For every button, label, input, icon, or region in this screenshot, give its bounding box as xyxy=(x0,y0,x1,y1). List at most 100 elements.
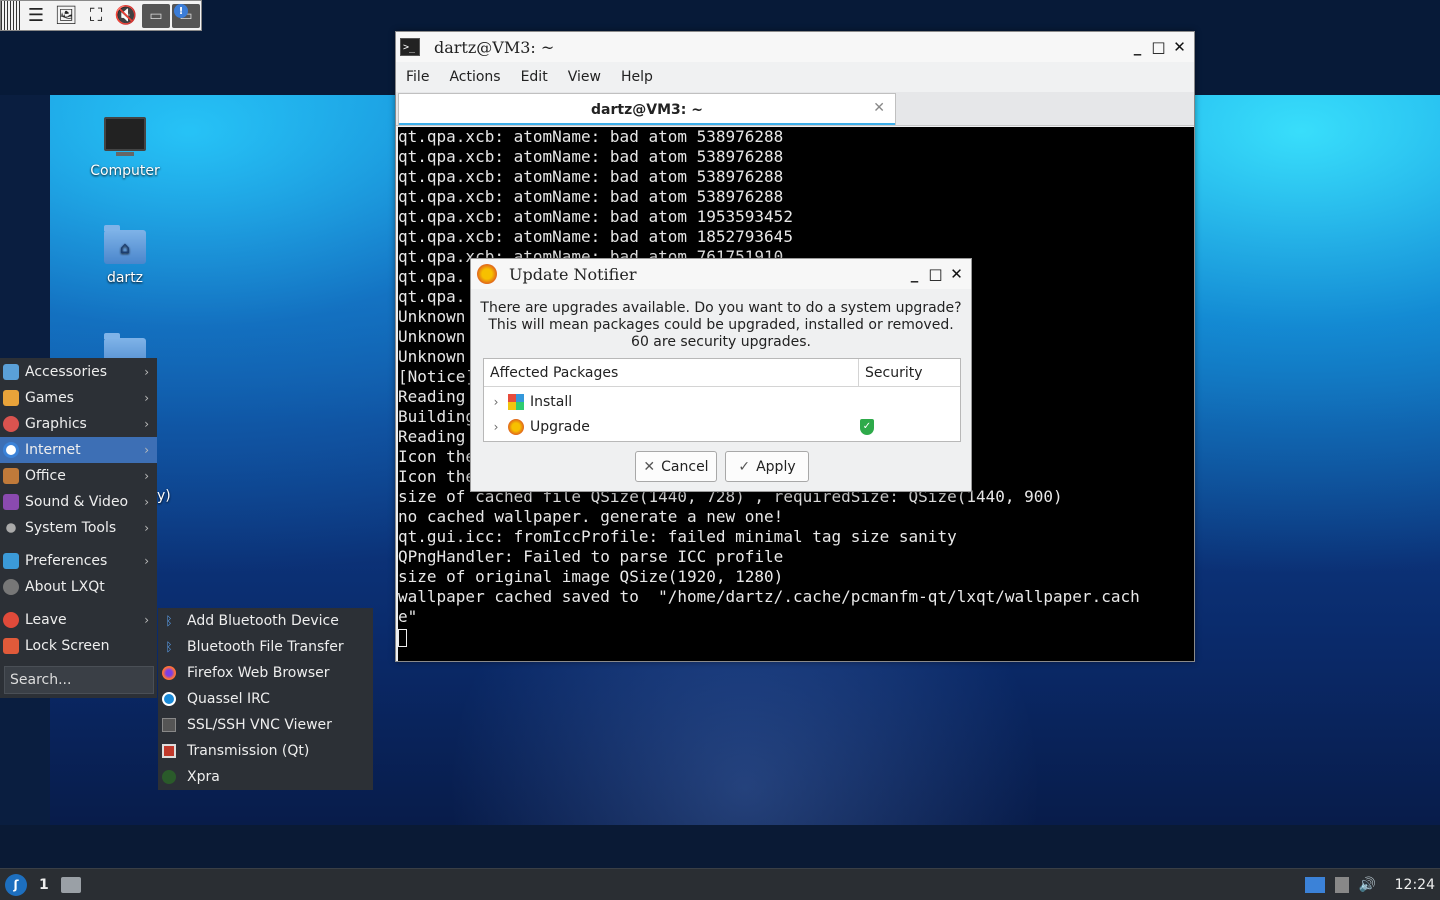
menu-item-games[interactable]: Games › xyxy=(0,385,157,411)
terminal-line: wallpaper cached saved to "/home/dartz/.… xyxy=(398,587,1140,606)
menu-help[interactable]: Help xyxy=(614,69,660,85)
menu-item-graphics[interactable]: Graphics › xyxy=(0,411,157,437)
menu-item-label: System Tools xyxy=(25,520,117,536)
tab-close-icon[interactable]: ✕ xyxy=(873,100,885,116)
maximize-icon[interactable]: □ xyxy=(1148,37,1169,58)
terminal-titlebar[interactable]: >_ dartz@VM3: ~ _ □ ✕ xyxy=(396,32,1194,62)
terminal-prompt[interactable] xyxy=(398,627,1194,647)
tree-row-install[interactable]: › Install xyxy=(484,389,960,414)
apply-button[interactable]: ✓ Apply xyxy=(725,451,809,482)
desktop-icon-label: dartz xyxy=(106,270,144,286)
menu-item-label: Lock Screen xyxy=(25,638,110,654)
menu-item-leave[interactable]: Leave › xyxy=(0,607,157,633)
mute-icon[interactable]: 🔇 xyxy=(111,1,141,30)
close-icon[interactable]: ✕ xyxy=(946,264,967,285)
terminal-line: size of original image QSize(1920, 1280) xyxy=(398,567,784,586)
menu-item-system-tools[interactable]: System Tools › xyxy=(0,515,157,541)
terminal-line: qt.qpa.xcb: atomName: bad atom 185279364… xyxy=(398,227,793,246)
column-header-security[interactable]: Security xyxy=(859,359,929,386)
submenu-item-add-bluetooth[interactable]: ᛒ Add Bluetooth Device xyxy=(158,608,373,634)
submenu-item-vnc[interactable]: SSL/SSH VNC Viewer xyxy=(158,712,373,738)
dialog-titlebar[interactable]: Update Notifier _ □ ✕ xyxy=(471,259,971,289)
submenu-item-firefox[interactable]: Firefox Web Browser xyxy=(158,660,373,686)
desktop-icon-computer[interactable]: Computer xyxy=(75,117,175,179)
menu-item-about[interactable]: About LXQt xyxy=(0,574,157,600)
desktop-icon-label: Computer xyxy=(90,163,160,179)
workspace-switcher[interactable]: 1 xyxy=(39,877,49,893)
notification-badge: ! xyxy=(174,4,188,18)
preferences-icon xyxy=(3,553,19,569)
toolbar-grip[interactable] xyxy=(1,1,21,30)
menu-separator xyxy=(0,541,157,548)
system-tools-icon xyxy=(6,523,16,533)
display-icon[interactable]: ▭ xyxy=(142,3,170,28)
submenu-item-label: Quassel IRC xyxy=(187,691,270,707)
volume-icon[interactable]: 🔊 xyxy=(1359,877,1377,893)
menu-item-label: Leave xyxy=(25,612,67,628)
menu-icon[interactable]: ☰ xyxy=(21,1,51,30)
menu-search-input[interactable]: Search... xyxy=(4,666,154,694)
quassel-icon xyxy=(162,692,176,706)
bluetooth-icon: ᛒ xyxy=(165,640,173,654)
image-icon[interactable]: 🖼 xyxy=(51,1,81,30)
chevron-right-icon: › xyxy=(144,417,149,431)
menu-item-internet[interactable]: Internet › xyxy=(0,437,157,463)
menu-view[interactable]: View xyxy=(561,69,608,85)
minimize-icon[interactable]: _ xyxy=(1127,37,1148,58)
desktop-icon-home[interactable]: ⌂ dartz xyxy=(75,225,175,286)
submenu-item-quassel[interactable]: Quassel IRC xyxy=(158,686,373,712)
clock[interactable]: 12:24 xyxy=(1395,877,1435,893)
column-header-packages[interactable]: Affected Packages xyxy=(484,359,859,386)
tree-row-label: Upgrade xyxy=(530,418,590,435)
fullscreen-icon[interactable]: ⛶ xyxy=(81,1,111,30)
maximize-icon[interactable]: □ xyxy=(925,264,946,285)
network-icon[interactable] xyxy=(1304,877,1325,893)
submenu-item-label: Bluetooth File Transfer xyxy=(187,639,344,655)
menu-item-office[interactable]: Office › xyxy=(0,463,157,489)
submenu-item-xpra[interactable]: Xpra xyxy=(158,764,373,790)
tree-row-upgrade[interactable]: › Upgrade ✓ xyxy=(484,414,960,439)
cancel-button[interactable]: ✕ Cancel xyxy=(635,451,717,482)
menu-item-preferences[interactable]: Preferences › xyxy=(0,548,157,574)
tab-label: dartz@VM3: ~ xyxy=(591,101,703,118)
dialog-message-line: There are upgrades available. Do you wan… xyxy=(480,300,962,316)
expand-arrow-icon[interactable]: › xyxy=(488,395,504,409)
submenu-item-transmission[interactable]: Transmission (Qt) xyxy=(158,738,373,764)
menu-separator xyxy=(0,600,157,607)
security-shield-icon: ✓ xyxy=(860,418,874,435)
graphics-icon xyxy=(3,416,19,432)
tree-header: Affected Packages Security xyxy=(484,359,960,387)
install-icon xyxy=(508,393,524,410)
chevron-right-icon: › xyxy=(144,613,149,627)
close-icon[interactable]: ✕ xyxy=(1169,37,1190,58)
menu-item-lock-screen[interactable]: Lock Screen xyxy=(0,633,157,659)
lock-icon xyxy=(3,638,19,654)
xpra-icon xyxy=(162,770,176,784)
menu-file[interactable]: File xyxy=(399,69,436,85)
upgrade-icon xyxy=(508,418,524,435)
menu-item-sound-video[interactable]: Sound & Video › xyxy=(0,489,157,515)
dialog-message: There are upgrades available. Do you wan… xyxy=(471,300,971,351)
file-manager-icon[interactable] xyxy=(60,876,81,893)
chevron-right-icon: › xyxy=(144,469,149,483)
terminal-tab[interactable]: dartz@VM3: ~ ✕ xyxy=(398,93,896,125)
chevron-right-icon: › xyxy=(144,554,149,568)
terminal-menubar: File Actions Edit View Help xyxy=(396,62,1194,92)
menu-item-accessories[interactable]: Accessories › xyxy=(0,359,157,385)
menu-item-label: Sound & Video xyxy=(25,494,129,510)
menu-edit[interactable]: Edit xyxy=(514,69,555,85)
menu-actions[interactable]: Actions xyxy=(442,69,507,85)
terminal-tabbar: dartz@VM3: ~ ✕ xyxy=(396,92,1194,126)
window-title: dartz@VM3: ~ xyxy=(434,37,555,57)
internet-submenu: ᛒ Add Bluetooth Device ᛒ Bluetooth File … xyxy=(158,608,373,790)
games-icon xyxy=(3,390,19,406)
affected-packages-tree[interactable]: Affected Packages Security › Install › U… xyxy=(483,358,961,442)
start-menu-button[interactable]: ʃ xyxy=(5,873,27,896)
expand-arrow-icon[interactable]: › xyxy=(488,420,504,434)
chevron-right-icon: › xyxy=(144,521,149,535)
update-tray-icon[interactable] xyxy=(1334,877,1349,893)
submenu-item-bluetooth-transfer[interactable]: ᛒ Bluetooth File Transfer xyxy=(158,634,373,660)
menu-item-label: About LXQt xyxy=(25,579,105,595)
update-notifier-dialog[interactable]: Update Notifier _ □ ✕ There are upgrades… xyxy=(470,258,972,492)
minimize-icon[interactable]: _ xyxy=(904,264,925,285)
